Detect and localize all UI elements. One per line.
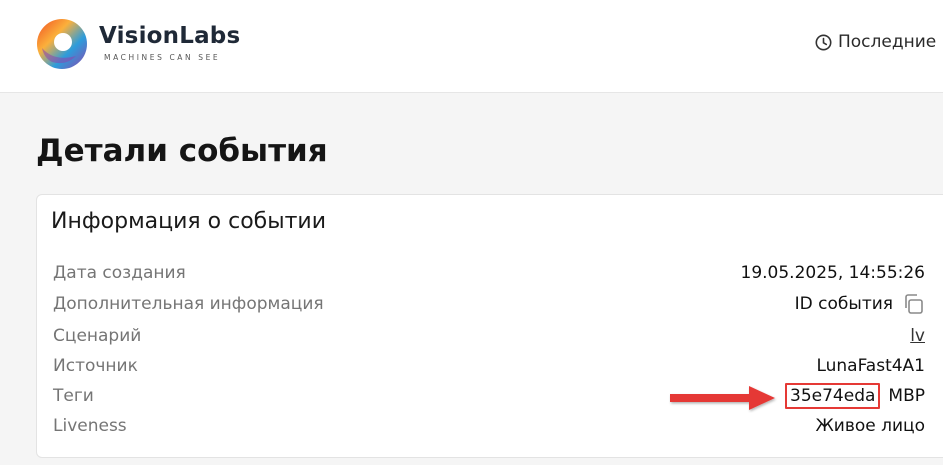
nav-recent-label: Последние — [838, 32, 937, 52]
tags-list: 35e74eda МВР — [785, 383, 925, 409]
visionlabs-logo[interactable] — [36, 18, 88, 70]
row-label-created-date: Дата создания — [53, 263, 186, 283]
page-title: Детали события — [36, 133, 328, 169]
row-label-tags: Теги — [53, 386, 94, 406]
event-info-title: Информация о событии — [51, 209, 327, 234]
top-bar: VisionLabs MACHINES CAN SEE Последние — [0, 0, 943, 93]
nav-recent-link[interactable]: Последние — [815, 32, 936, 52]
source-value: LunaFast4A1 — [816, 356, 925, 376]
event-info-card: Информация о событии Дата создания 19.05… — [36, 194, 943, 458]
row-label-scenario: Сценарий — [53, 326, 142, 346]
brand-tagline: MACHINES CAN SEE — [104, 53, 221, 62]
row-tags: Теги 35e74eda МВР — [53, 381, 925, 411]
row-label-source: Источник — [53, 356, 138, 376]
row-created-date: Дата создания 19.05.2025, 14:55:26 — [53, 258, 925, 288]
clock-icon — [815, 34, 832, 50]
row-scenario: Сценарий lv — [53, 321, 925, 351]
tag-chip[interactable]: 35e74eda — [785, 383, 881, 409]
row-label-additional-info: Дополнительная информация — [53, 294, 324, 314]
brand-name: VisionLabs — [99, 23, 241, 49]
row-liveness: Liveness Живое лицо — [53, 411, 925, 441]
row-additional-info: Дополнительная информация ID события — [53, 289, 925, 319]
scenario-link[interactable]: lv — [910, 326, 925, 346]
row-label-liveness: Liveness — [53, 416, 127, 436]
tag-chip[interactable]: МВР — [888, 386, 925, 406]
created-date-value: 19.05.2025, 14:55:26 — [740, 263, 926, 283]
annotation-arrow-icon — [670, 386, 775, 410]
event-id-value: ID события — [795, 292, 925, 316]
liveness-value: Живое лицо — [815, 416, 925, 436]
event-id-text: ID события — [794, 294, 893, 314]
copy-icon[interactable] — [901, 292, 925, 316]
row-source: Источник LunaFast4A1 — [53, 351, 925, 381]
